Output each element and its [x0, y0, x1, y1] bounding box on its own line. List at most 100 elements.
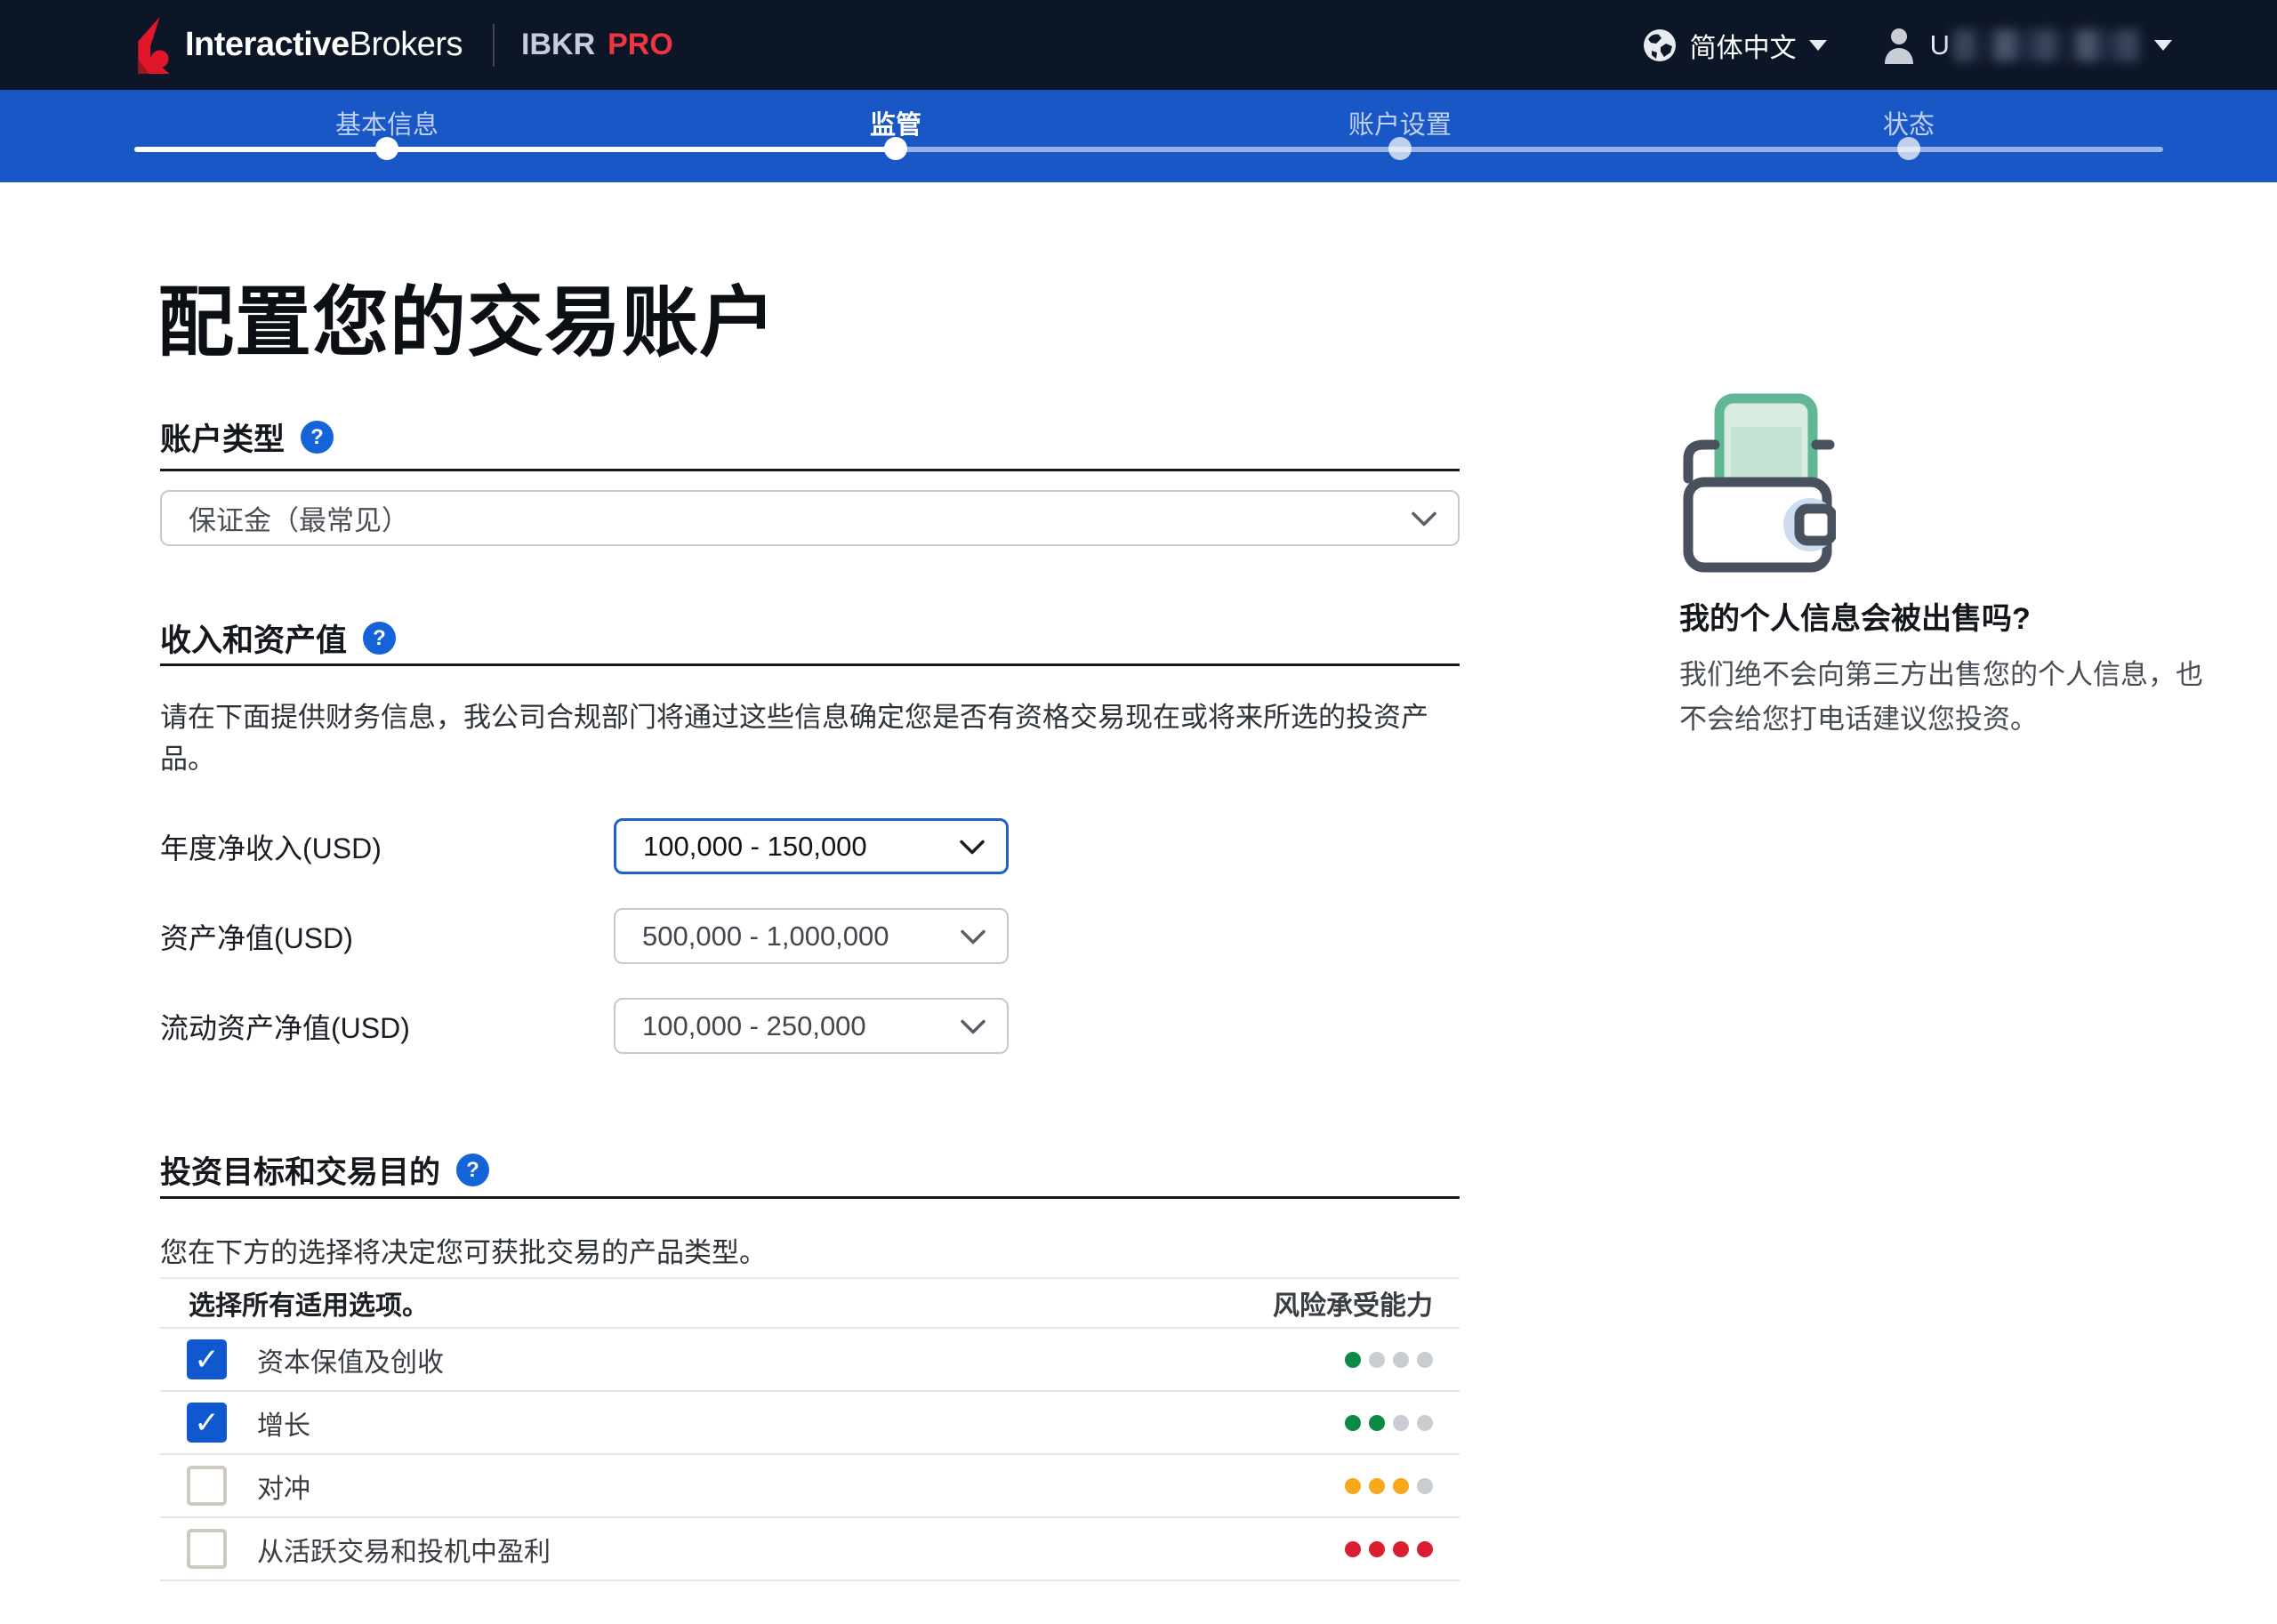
aside-heading: 我的个人信息会被出售吗?	[1679, 594, 2031, 638]
income-field-select-2[interactable]: 500,000 - 1,000,000	[614, 908, 1009, 964]
income-help-icon[interactable]: ?	[363, 622, 396, 655]
plan-pro-label: PRO	[607, 28, 673, 62]
risk-dot	[1345, 1478, 1361, 1494]
check-icon: ✓	[194, 1345, 220, 1375]
income-field-value-2: 500,000 - 1,000,000	[642, 921, 889, 953]
username-redacted	[1953, 29, 2142, 61]
progress-step-3[interactable]: 账户设置	[1348, 104, 1452, 141]
objectives-description: 您在下方的选择将决定您可获批交易的产品类型。	[160, 1232, 1466, 1274]
account-type-label: 账户类型	[160, 414, 285, 460]
account-type-section-header: 账户类型 ?	[160, 414, 334, 460]
chevron-down-icon	[1412, 511, 1436, 527]
ibkr-flame-icon	[130, 17, 171, 74]
ibkr-logo[interactable]: InteractiveBrokers	[130, 17, 463, 74]
risk-dot	[1417, 1352, 1433, 1368]
income-field-row-3: 流动资产净值(USD) 100,000 - 250,000	[160, 998, 1009, 1054]
risk-dot	[1345, 1415, 1361, 1431]
risk-dot	[1369, 1352, 1385, 1368]
account-type-help-icon[interactable]: ?	[301, 421, 334, 454]
risk-dot	[1369, 1415, 1385, 1431]
account-type-select[interactable]: 保证金（最常见）	[160, 490, 1460, 546]
income-section-header: 收入和资产值 ?	[160, 615, 396, 661]
objective-checkbox-3[interactable]	[187, 1466, 227, 1506]
objectives-rows: ✓ 资本保值及创收 ✓ 增长对冲从活跃交易和投机中盈利	[160, 1329, 1460, 1581]
progress-step-2[interactable]: 监管	[870, 104, 921, 141]
brand-interactive: Interactive	[185, 26, 350, 63]
objective-label-2: 增长	[257, 1403, 310, 1443]
income-field-select-3[interactable]: 100,000 - 250,000	[614, 998, 1009, 1054]
globe-icon	[1642, 28, 1678, 63]
income-field-label-2: 资产净值(USD)	[160, 916, 614, 957]
language-selector[interactable]: 简体中文	[1642, 26, 1827, 65]
risk-dots-1	[1345, 1352, 1433, 1368]
objective-row-4: 从活跃交易和投机中盈利	[160, 1518, 1460, 1581]
risk-dots-3	[1345, 1478, 1433, 1494]
income-divider	[160, 663, 1460, 666]
language-caret-icon	[1809, 40, 1827, 51]
risk-dot	[1393, 1541, 1409, 1557]
objectives-col2-header: 风险承受能力	[1273, 1283, 1433, 1323]
risk-dot	[1393, 1478, 1409, 1494]
objectives-col1-header: 选择所有适用选项。	[189, 1283, 429, 1323]
risk-dot	[1393, 1352, 1409, 1368]
risk-dot	[1417, 1478, 1433, 1494]
objective-label-3: 对冲	[257, 1467, 310, 1506]
chevron-down-icon	[960, 840, 985, 855]
progress-line-remaining	[896, 147, 2163, 152]
navbar-right: 简体中文 U	[1642, 26, 2172, 65]
income-field-value-1: 100,000 - 150,000	[643, 831, 867, 863]
income-field-row-2: 资产净值(USD) 500,000 - 1,000,000	[160, 908, 1009, 964]
risk-dots-4	[1345, 1541, 1433, 1557]
objectives-table-header: 选择所有适用选项。 风险承受能力	[160, 1277, 1460, 1329]
brand-brokers: Brokers	[350, 26, 463, 63]
objective-checkbox-2[interactable]: ✓	[187, 1403, 227, 1443]
user-menu[interactable]: U	[1882, 27, 2172, 64]
plan-badge: IBKR PRO	[521, 28, 673, 62]
chevron-down-icon	[961, 929, 986, 945]
risk-dot	[1369, 1541, 1385, 1557]
user-icon	[1882, 27, 1916, 64]
objective-row-3: 对冲	[160, 1455, 1460, 1518]
progress-step-1[interactable]: 基本信息	[335, 104, 439, 141]
objectives-help-icon[interactable]: ?	[456, 1154, 489, 1186]
objective-label-1: 资本保值及创收	[257, 1340, 444, 1379]
username: U	[1930, 29, 2142, 61]
objective-row-1: ✓ 资本保值及创收	[160, 1329, 1460, 1392]
brand-wordmark: InteractiveBrokers	[185, 26, 463, 64]
objectives-label: 投资目标和交易目的	[160, 1147, 440, 1193]
top-navbar: InteractiveBrokers IBKR PRO 简体中文 U	[0, 0, 2277, 90]
progress-step-4[interactable]: 状态	[1883, 104, 1935, 141]
income-fields: 年度净收入(USD)100,000 - 150,000 资产净值(USD) 500,…	[160, 818, 1009, 1054]
objectives-table: 选择所有适用选项。 风险承受能力 ✓ 资本保值及创收 ✓ 增长对冲从活跃交易和投机中盈…	[160, 1277, 1460, 1581]
objective-checkbox-4[interactable]	[187, 1529, 227, 1569]
income-field-value-3: 100,000 - 250,000	[642, 1010, 866, 1042]
navbar-divider	[493, 24, 495, 67]
income-field-row-1: 年度净收入(USD)100,000 - 150,000	[160, 818, 1009, 874]
objective-row-2: ✓ 增长	[160, 1392, 1460, 1455]
income-description: 请在下面提供财务信息，我公司合规部门将通过这些信息确定您是否有资格交易现在或将来…	[160, 696, 1466, 780]
check-icon: ✓	[194, 1408, 220, 1438]
objective-checkbox-1[interactable]: ✓	[187, 1339, 227, 1379]
income-field-select-1[interactable]: 100,000 - 150,000	[614, 818, 1009, 874]
account-type-value: 保证金（最常见）	[189, 498, 409, 538]
progress-line-completed	[134, 147, 896, 152]
income-field-label-3: 流动资产净值(USD)	[160, 1006, 614, 1047]
risk-dot	[1417, 1541, 1433, 1557]
progress-bar: 基本信息 监管 账户设置 状态	[0, 90, 2277, 182]
risk-dot	[1345, 1352, 1361, 1368]
objectives-divider	[160, 1196, 1460, 1199]
objective-label-4: 从活跃交易和投机中盈利	[257, 1530, 551, 1569]
language-label: 简体中文	[1690, 26, 1797, 65]
account-type-divider	[160, 469, 1460, 471]
page-title: 配置您的交易账户	[157, 281, 776, 366]
user-caret-icon	[2154, 40, 2172, 51]
chevron-down-icon	[961, 1019, 986, 1034]
risk-dots-2	[1345, 1415, 1433, 1431]
aside-body: 我们绝不会向第三方出售您的个人信息，也不会给您打电话建议您投资。	[1679, 653, 2209, 742]
plan-ibkr-label: IBKR	[521, 28, 595, 62]
income-label: 收入和资产值	[160, 615, 347, 661]
wallet-illustration-icon	[1678, 391, 1836, 578]
risk-dot	[1393, 1415, 1409, 1431]
username-prefix: U	[1930, 29, 1950, 61]
objectives-section-header: 投资目标和交易目的 ?	[160, 1147, 489, 1193]
